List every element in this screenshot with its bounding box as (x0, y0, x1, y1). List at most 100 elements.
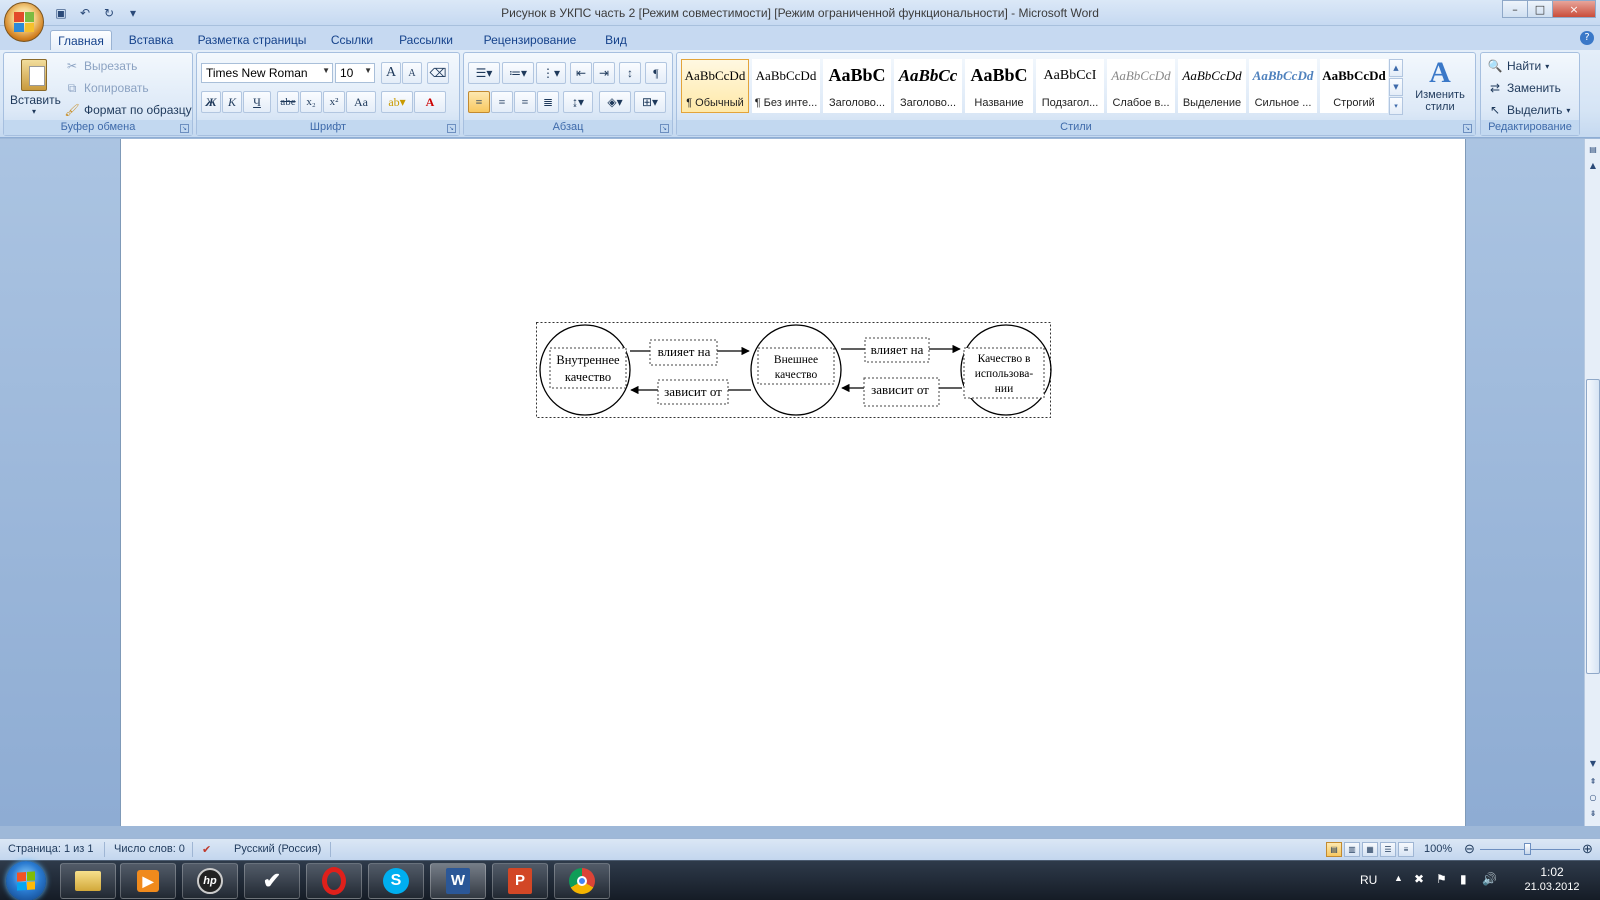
taskbar-chrome-icon[interactable] (554, 863, 610, 899)
tab-mailings[interactable]: Рассылки (390, 30, 462, 50)
zoom-out-icon[interactable]: ⊖ (1464, 841, 1475, 857)
word-count[interactable]: Число слов: 0 (114, 843, 185, 855)
tray-signal-icon[interactable]: ▮ (1460, 872, 1467, 886)
find-button[interactable]: 🔍 Найти ▾ (1487, 58, 1550, 74)
sort-icon[interactable]: ↕ (619, 62, 641, 84)
gallery-down-icon[interactable]: ▼ (1389, 78, 1403, 96)
taskbar-word-icon[interactable]: W (430, 863, 486, 899)
strikethrough-button[interactable]: abe (277, 91, 299, 113)
paste-button[interactable]: Вставить ▾ (10, 57, 61, 117)
start-button[interactable] (6, 861, 46, 900)
tray-expand-icon[interactable]: ▲ (1394, 873, 1403, 883)
diagram[interactable]: влияет на влияет на зависит от зависит о… (536, 322, 1056, 422)
italic-button[interactable]: К (222, 91, 242, 113)
change-case-button[interactable]: Aa (346, 91, 376, 113)
gallery-more-icon[interactable]: ▾ (1389, 97, 1403, 115)
scroll-up-icon[interactable]: ▲ (1586, 159, 1600, 173)
decrease-indent-icon[interactable]: ⇤ (570, 62, 592, 84)
change-styles-button[interactable]: A Изменить стили (1407, 57, 1473, 117)
clipboard-launcher[interactable]: ↘ (180, 124, 189, 133)
style-tile-emphasis[interactable]: AaBbCcDd Выделение (1178, 59, 1246, 113)
font-color-button[interactable]: A (414, 91, 446, 113)
prev-page-icon[interactable]: ⇞ (1586, 775, 1600, 789)
tab-insert[interactable]: Вставка (120, 30, 182, 50)
tray-network-error-icon[interactable]: ✖ (1414, 872, 1424, 886)
minimize-button[interactable]: – (1502, 0, 1528, 18)
language-status[interactable]: Русский (Россия) (234, 843, 321, 855)
highlight-icon[interactable]: ab▾ (381, 91, 413, 113)
align-right-icon[interactable]: ≡ (514, 91, 536, 113)
taskbar-explorer-icon[interactable] (60, 863, 116, 899)
outline-view-icon[interactable]: ☰ (1380, 842, 1396, 857)
tab-page-layout[interactable]: Разметка страницы (192, 30, 312, 50)
align-center-icon[interactable]: ≡ (491, 91, 513, 113)
zoom-slider-thumb[interactable] (1524, 843, 1531, 855)
taskbar-powerpoint-icon[interactable]: P (492, 863, 548, 899)
scroll-down-icon[interactable]: ▼ (1586, 757, 1600, 771)
zoom-level[interactable]: 100% (1424, 843, 1452, 855)
taskbar-media-player-icon[interactable]: ▶ (120, 863, 176, 899)
style-tile-strong[interactable]: AaBbCcDd Строгий (1320, 59, 1388, 113)
tab-references[interactable]: Ссылки (322, 30, 382, 50)
tab-review[interactable]: Рецензирование (470, 30, 590, 50)
proofing-icon[interactable]: ✔ (202, 843, 211, 856)
bullets-icon[interactable]: ☰▾ (468, 62, 500, 84)
superscript-button[interactable]: x² (323, 91, 345, 113)
tray-security-icon[interactable]: ⚑ (1436, 872, 1447, 886)
style-tile-title[interactable]: AaBbC Название (965, 59, 1033, 113)
language-indicator[interactable]: RU (1360, 873, 1377, 887)
copy-button[interactable]: ⧉ Копировать (64, 80, 149, 96)
draft-view-icon[interactable]: ≡ (1398, 842, 1414, 857)
shading-icon[interactable]: ◈▾ (599, 91, 631, 113)
style-tile-heading1[interactable]: AaBbC Заголово... (823, 59, 891, 113)
underline-button[interactable]: Ч (243, 91, 271, 113)
tab-view[interactable]: Вид (596, 30, 636, 50)
borders-icon[interactable]: ⊞▾ (634, 91, 666, 113)
paragraph-launcher[interactable]: ↘ (660, 124, 669, 133)
help-icon[interactable]: ? (1580, 31, 1594, 45)
numbering-icon[interactable]: ≔▾ (502, 62, 534, 84)
subscript-button[interactable]: x₂ (300, 91, 322, 113)
styles-launcher[interactable]: ↘ (1463, 124, 1472, 133)
maximize-button[interactable]: □ (1527, 0, 1553, 18)
grow-font-button[interactable]: A (381, 62, 401, 84)
tab-home[interactable]: Главная (50, 30, 112, 50)
show-marks-button[interactable]: ¶ (645, 62, 667, 84)
style-tile-intense-emphasis[interactable]: AaBbCcDd Сильное ... (1249, 59, 1317, 113)
close-button[interactable]: × (1552, 0, 1596, 18)
taskbar-opera-icon[interactable] (306, 863, 362, 899)
replace-button[interactable]: ⇄ Заменить (1487, 80, 1561, 96)
taskbar-tasks-icon[interactable]: ✔ (244, 863, 300, 899)
font-size-combo[interactable]: 10 ▼ (335, 63, 375, 83)
document-page[interactable]: влияет на влияет на зависит от зависит о… (120, 139, 1466, 826)
page-count[interactable]: Страница: 1 из 1 (8, 843, 94, 855)
office-button[interactable] (4, 2, 44, 42)
taskbar-hp-icon[interactable]: hp (182, 863, 238, 899)
multilevel-list-icon[interactable]: ⋮▾ (536, 62, 566, 84)
tray-volume-icon[interactable]: 🔊 (1482, 872, 1497, 886)
align-left-icon[interactable]: ≡ (468, 91, 490, 113)
line-spacing-icon[interactable]: ↨▾ (563, 91, 593, 113)
justify-icon[interactable]: ≣ (537, 91, 559, 113)
next-page-icon[interactable]: ⇟ (1586, 807, 1600, 821)
taskbar-skype-icon[interactable]: S (368, 863, 424, 899)
increase-indent-icon[interactable]: ⇥ (593, 62, 615, 84)
style-tile-subtle-emphasis[interactable]: AaBbCcDd Слабое в... (1107, 59, 1175, 113)
ruler-toggle-icon[interactable]: ▤ (1586, 143, 1600, 157)
clear-formatting-icon[interactable]: ⌫ (427, 62, 449, 84)
scroll-thumb[interactable] (1586, 379, 1600, 674)
clock-time[interactable]: 1:02 (1522, 865, 1582, 879)
web-layout-icon[interactable]: ▦ (1362, 842, 1378, 857)
font-name-combo[interactable]: Times New Roman ▼ (201, 63, 333, 83)
font-launcher[interactable]: ↘ (447, 124, 456, 133)
zoom-in-icon[interactable]: ⊕ (1582, 841, 1593, 857)
style-tile-heading2[interactable]: AaBbCc Заголово... (894, 59, 962, 113)
style-tile-normal[interactable]: AaBbCcDd ¶ Обычный (681, 59, 749, 113)
gallery-up-icon[interactable]: ▲ (1389, 59, 1403, 77)
clock-date[interactable]: 21.03.2012 (1514, 881, 1590, 893)
full-screen-reading-icon[interactable]: ▥ (1344, 842, 1360, 857)
shrink-font-button[interactable]: A (402, 62, 422, 84)
print-layout-icon[interactable]: ▤ (1326, 842, 1342, 857)
style-tile-no-spacing[interactable]: AaBbCcDd ¶ Без инте... (752, 59, 820, 113)
select-button[interactable]: ↖ Выделить ▾ (1487, 102, 1570, 118)
